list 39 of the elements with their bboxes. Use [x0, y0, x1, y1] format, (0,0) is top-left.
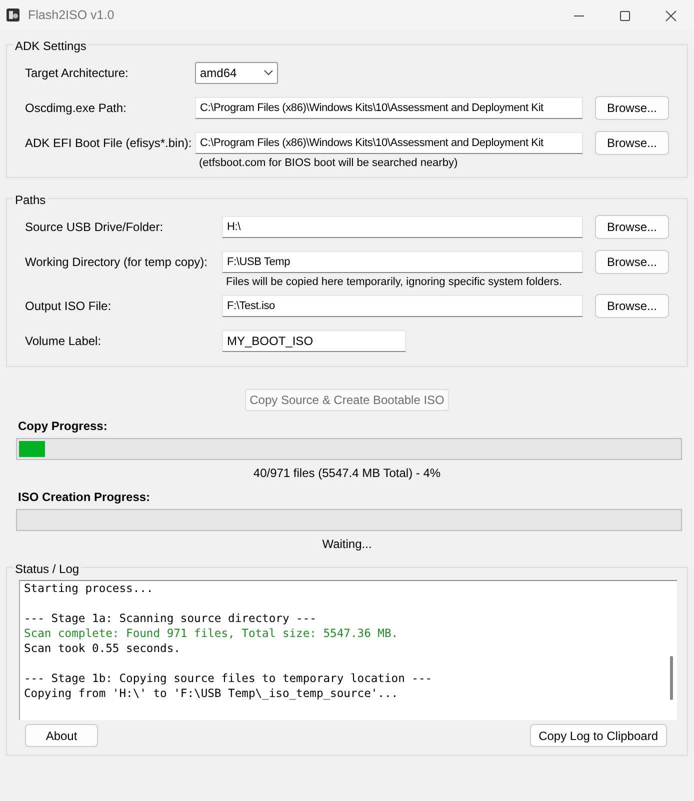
path-field[interactable]: F:\USB Temp	[222, 250, 583, 272]
path-field[interactable]: H:\	[222, 216, 583, 238]
log-line: Starting process...	[24, 581, 154, 596]
field-label: Working Directory (for temp copy):	[25, 254, 208, 270]
window-title: Flash2ISO v1.0	[28, 6, 116, 24]
hint-text: Files will be copied here temporarily, ignoring specific system folders.	[226, 276, 562, 288]
field-label: Oscdimg.exe Path:	[25, 100, 128, 116]
chevron-icon	[264, 70, 273, 76]
log-line: --- Stage 1a: Scanning source directory ---	[24, 611, 318, 626]
browse-button[interactable]: Browse...	[595, 250, 669, 274]
progress-status: 40/971 files (5547.4 MB Total) - 4%	[253, 466, 441, 480]
log-line: Copying from 'H:\' to 'F:\USB Temp\_iso_temp_source'...	[24, 686, 400, 701]
browse-button[interactable]: Browse...	[595, 294, 669, 318]
progress-status: Waiting...	[322, 537, 372, 551]
browse-button[interactable]: Browse...	[595, 96, 669, 120]
copy-log-button[interactable]: Copy Log to Clipboard	[530, 724, 667, 747]
log-line: --- Stage 1b: Copying source files to temporary location ---	[24, 671, 434, 686]
browse-button[interactable]: Browse...	[595, 214, 669, 238]
log-line: Scan took 0.55 seconds.	[24, 641, 182, 656]
field-label: Target Architecture:	[25, 64, 130, 82]
architecture-dropdown[interactable]: amd64	[195, 62, 278, 84]
about-button[interactable]: About	[25, 724, 98, 747]
progress-label: Copy Progress:	[18, 418, 108, 435]
path-field[interactable]: C:\Program Files (x86)\Windows Kits\10\Assessment and Deployment Kit	[195, 96, 583, 118]
field-label: Volume Label:	[25, 332, 102, 350]
field-label: ADK EFI Boot File (efisys*.bin):	[25, 134, 193, 152]
browse-button[interactable]: Browse...	[595, 130, 669, 154]
path-field[interactable]: C:\Program Files (x86)\Windows Kits\10\Assessment and Deployment Kit	[195, 132, 583, 154]
maximize-icon[interactable]	[619, 10, 631, 22]
path-field[interactable]: F:\Test.iso	[222, 294, 583, 316]
progress-label: ISO Creation Progress:	[18, 489, 152, 506]
log-line: Scan complete: Found 971 files, Total size: 5547.36 MB.	[24, 626, 400, 641]
close-icon[interactable]	[665, 10, 677, 22]
field-label: Output ISO File:	[25, 298, 112, 314]
hint-text: (etfsboot.com for BIOS boot will be searched nearby)	[199, 157, 458, 169]
app-icon	[6, 8, 20, 22]
scrollbar[interactable]	[670, 656, 673, 700]
volume-label-field[interactable]: MY_BOOT_ISO	[222, 330, 406, 352]
field-label: Source USB Drive/Folder:	[25, 218, 164, 236]
